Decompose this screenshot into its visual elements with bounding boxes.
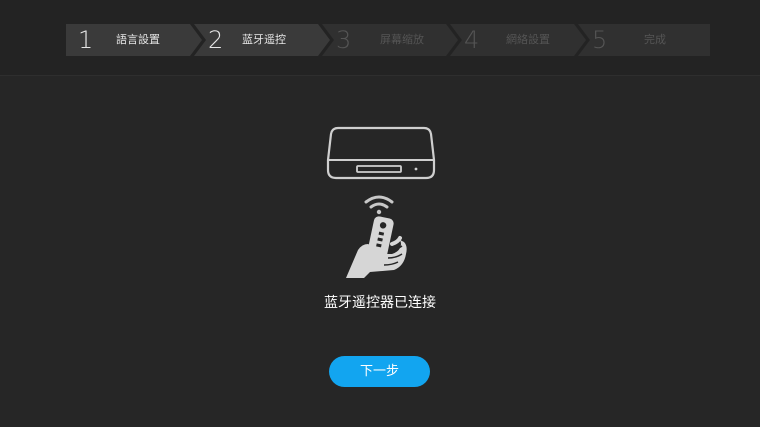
step-4: 4 網絡設置 xyxy=(450,24,586,56)
step-5-label: 完成 xyxy=(644,33,666,46)
step-5-number: 5 xyxy=(592,26,608,54)
step-4-label: 網絡設置 xyxy=(506,33,550,46)
hand-remote-icon xyxy=(346,195,407,278)
step-1-number: 1 xyxy=(78,26,94,54)
step-5: 5 完成 xyxy=(578,24,710,56)
step-3-label: 屏幕缩放 xyxy=(380,33,424,46)
next-button[interactable]: 下一步 xyxy=(329,356,430,387)
step-3: 3 屏幕缩放 xyxy=(322,24,458,56)
step-1: 1 語言設置 xyxy=(66,24,202,56)
step-2: 2 蓝牙遥控 xyxy=(194,24,330,56)
step-1-label: 語言設置 xyxy=(116,33,160,46)
set-top-box-icon xyxy=(326,126,436,180)
remote-connected-message: 蓝牙遥控器已连接 xyxy=(324,295,436,311)
step-2-number: 2 xyxy=(208,26,224,54)
step-2-label: 蓝牙遥控 xyxy=(242,33,286,46)
bluetooth-remote-panel: 蓝牙遥控器已连接 下一步 xyxy=(0,76,760,427)
step-4-number: 4 xyxy=(464,26,480,54)
setup-progress-bar: 1 語言設置 2 蓝牙遥控 3 屏幕缩放 4 網絡設置 5 完成 xyxy=(0,0,760,76)
step-3-number: 3 xyxy=(336,26,352,54)
step-indicator: 1 語言設置 2 蓝牙遥控 3 屏幕缩放 4 網絡設置 5 完成 xyxy=(66,24,710,56)
wifi-signal-icon xyxy=(364,195,394,215)
